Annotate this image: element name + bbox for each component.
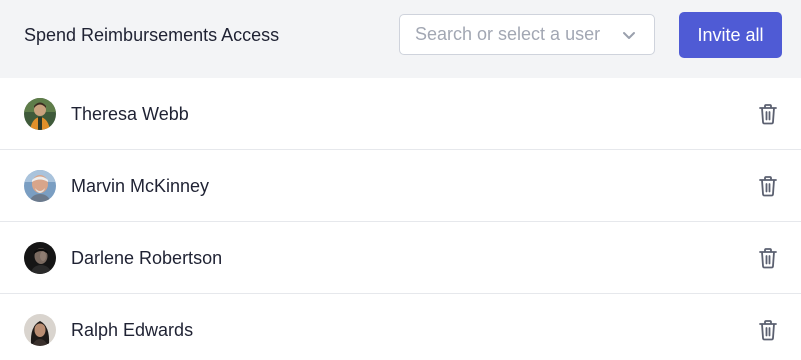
panel-header: Spend Reimbursements Access Search or se… xyxy=(0,0,801,78)
trash-icon[interactable] xyxy=(758,103,778,125)
avatar xyxy=(24,170,56,202)
user-list: Theresa Webb Marvin McKinney Darlene Rob… xyxy=(0,78,801,360)
avatar xyxy=(24,98,56,130)
avatar xyxy=(24,242,56,274)
user-search-select[interactable]: Search or select a user xyxy=(399,14,655,55)
trash-icon[interactable] xyxy=(758,319,778,341)
access-panel: Spend Reimbursements Access Search or se… xyxy=(0,0,801,360)
user-name: Marvin McKinney xyxy=(71,176,210,196)
user-row: Ralph Edwards xyxy=(0,294,801,360)
user-name: Ralph Edwards xyxy=(71,320,194,340)
search-placeholder[interactable]: Search or select a user xyxy=(415,24,620,45)
chevron-down-icon[interactable] xyxy=(620,26,638,44)
page-title: Spend Reimbursements Access xyxy=(24,25,280,45)
user-row: Darlene Robertson xyxy=(0,222,801,294)
user-name: Theresa Webb xyxy=(71,104,189,124)
invite-all-button[interactable]: Invite all xyxy=(679,12,782,58)
avatar xyxy=(24,314,56,346)
trash-icon[interactable] xyxy=(758,247,778,269)
user-row: Marvin McKinney xyxy=(0,150,801,222)
user-name: Darlene Robertson xyxy=(71,248,223,268)
user-row: Theresa Webb xyxy=(0,78,801,150)
trash-icon[interactable] xyxy=(758,175,778,197)
